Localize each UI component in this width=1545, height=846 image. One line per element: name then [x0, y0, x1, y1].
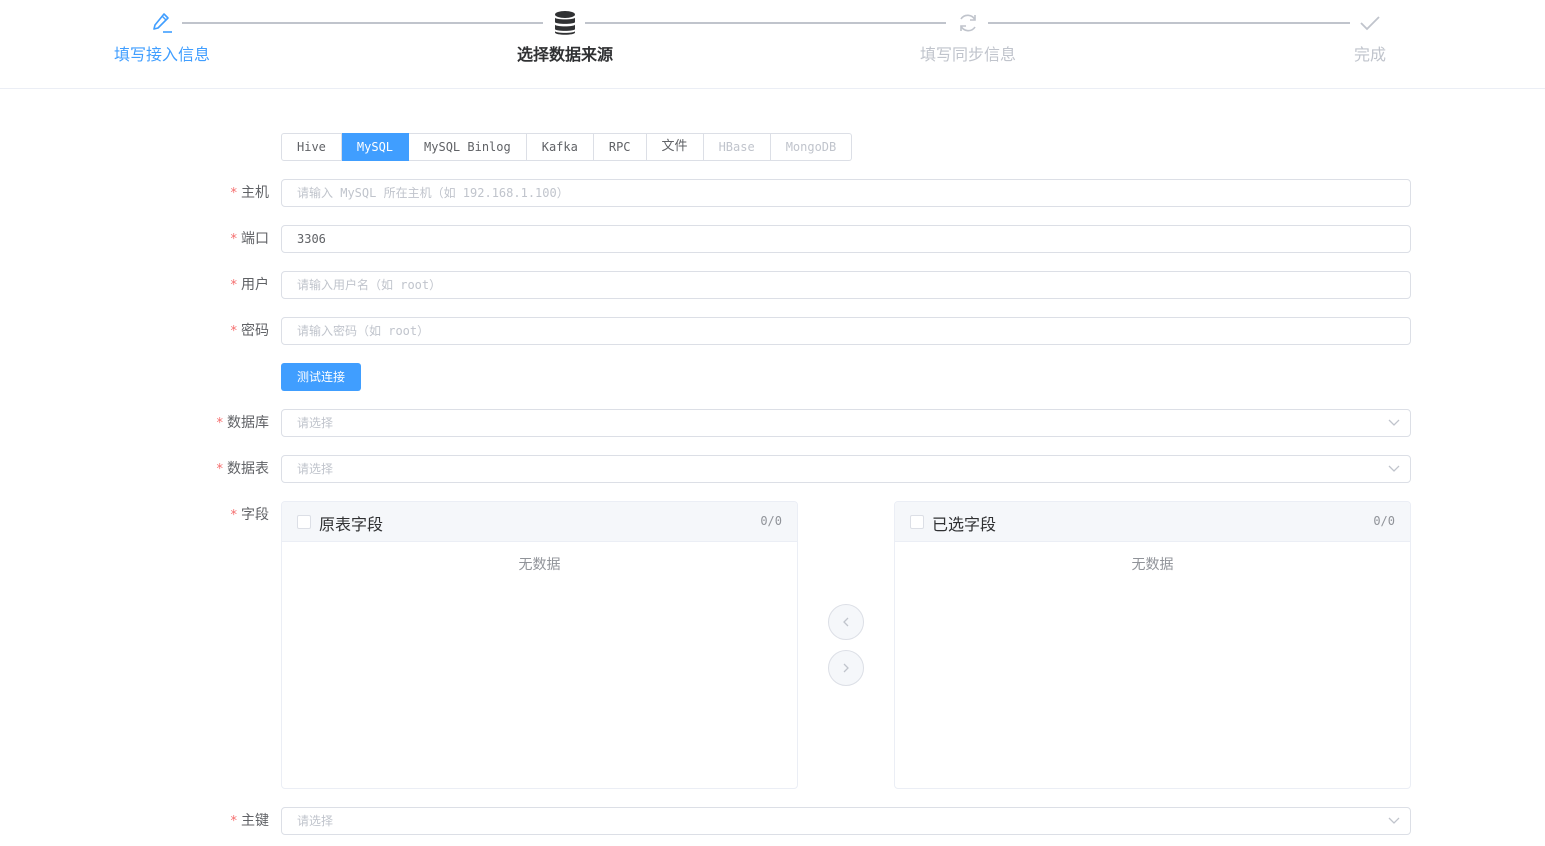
test-connection-button[interactable]: 测试连接	[281, 363, 361, 391]
step-label: 选择数据来源	[516, 45, 613, 64]
source-fields-count: 0/0	[760, 514, 782, 528]
tab-mysql-binlog[interactable]: MySQL Binlog	[409, 133, 527, 161]
edit-icon	[102, 10, 222, 36]
fields-label: * 字段	[230, 507, 270, 523]
step-connector	[182, 22, 543, 24]
move-right-button[interactable]	[828, 650, 864, 686]
selected-empty-text: 无数据	[1131, 557, 1174, 573]
chevron-down-icon	[1388, 419, 1400, 426]
selected-fields-panel: 已选字段 0/0 无数据	[894, 501, 1411, 789]
step-select-source: 选择数据来源	[505, 10, 625, 66]
port-input[interactable]: 3306	[281, 225, 1411, 253]
chevron-right-icon	[843, 663, 849, 673]
primary-key-select[interactable]: 请选择	[281, 807, 1411, 835]
source-fields-title: 原表字段	[319, 515, 384, 534]
tab-mongodb: MongoDB	[770, 133, 853, 161]
step-fill-access-info: 填写接入信息	[102, 10, 222, 66]
chevron-down-icon	[1388, 465, 1400, 472]
step-label: 填写同步信息	[919, 45, 1016, 64]
steps-bar: 填写接入信息 选择数据来源 填写同步信息 完成	[0, 0, 1545, 89]
source-type-tabs: Hive MySQL MySQL Binlog Kafka RPC 文件 HBa…	[281, 133, 853, 161]
selected-fields-count: 0/0	[1373, 514, 1395, 528]
source-fields-header: 原表字段 0/0	[282, 502, 797, 542]
user-input[interactable]: 请输入用户名（如 root）	[281, 271, 1411, 299]
primary-key-label: * 主键	[230, 813, 270, 829]
user-label: * 用户	[230, 277, 270, 293]
primary-key-select-placeholder: 请选择	[297, 814, 334, 828]
database-select[interactable]: 请选择	[281, 409, 1411, 437]
refresh-icon	[908, 10, 1028, 36]
step-fill-sync-info: 填写同步信息	[908, 10, 1028, 66]
table-select-placeholder: 请选择	[297, 462, 334, 476]
tab-file[interactable]: 文件	[646, 133, 704, 161]
host-input[interactable]: 请输入 MySQL 所在主机（如 192.168.1.100）	[281, 179, 1411, 207]
source-empty-text: 无数据	[518, 557, 561, 573]
host-label: * 主机	[230, 185, 270, 201]
table-label: * 数据表	[216, 461, 270, 477]
chevron-left-icon	[843, 617, 849, 627]
database-icon	[505, 10, 625, 36]
step-connector	[988, 22, 1350, 24]
selected-fields-title: 已选字段	[932, 515, 997, 534]
source-fields-panel: 原表字段 0/0 无数据	[281, 501, 798, 789]
database-select-placeholder: 请选择	[297, 416, 334, 430]
move-left-button[interactable]	[828, 604, 864, 640]
password-input[interactable]: 请输入密码（如 root）	[281, 317, 1411, 345]
fields-row: * 字段 原表字段 0/0 无数据 已选字段 0/0 无数据	[0, 501, 1545, 789]
tab-hbase: HBase	[703, 133, 771, 161]
source-select-all-checkbox[interactable]	[297, 515, 311, 529]
password-label: * 密码	[230, 323, 270, 339]
database-label: * 数据库	[216, 415, 270, 431]
selected-select-all-checkbox[interactable]	[910, 515, 924, 529]
step-connector	[585, 22, 946, 24]
step-label: 完成	[1353, 45, 1386, 64]
check-icon	[1310, 10, 1430, 36]
selected-fields-header: 已选字段 0/0	[895, 502, 1410, 542]
chevron-down-icon	[1388, 817, 1400, 824]
port-label: * 端口	[230, 231, 270, 247]
table-select[interactable]: 请选择	[281, 455, 1411, 483]
tab-mysql[interactable]: MySQL	[341, 133, 410, 161]
step-finish: 完成	[1310, 10, 1430, 66]
tab-hive[interactable]: Hive	[281, 133, 342, 161]
step-label: 填写接入信息	[113, 45, 210, 64]
tab-kafka[interactable]: Kafka	[526, 133, 594, 161]
tab-rpc[interactable]: RPC	[593, 133, 647, 161]
